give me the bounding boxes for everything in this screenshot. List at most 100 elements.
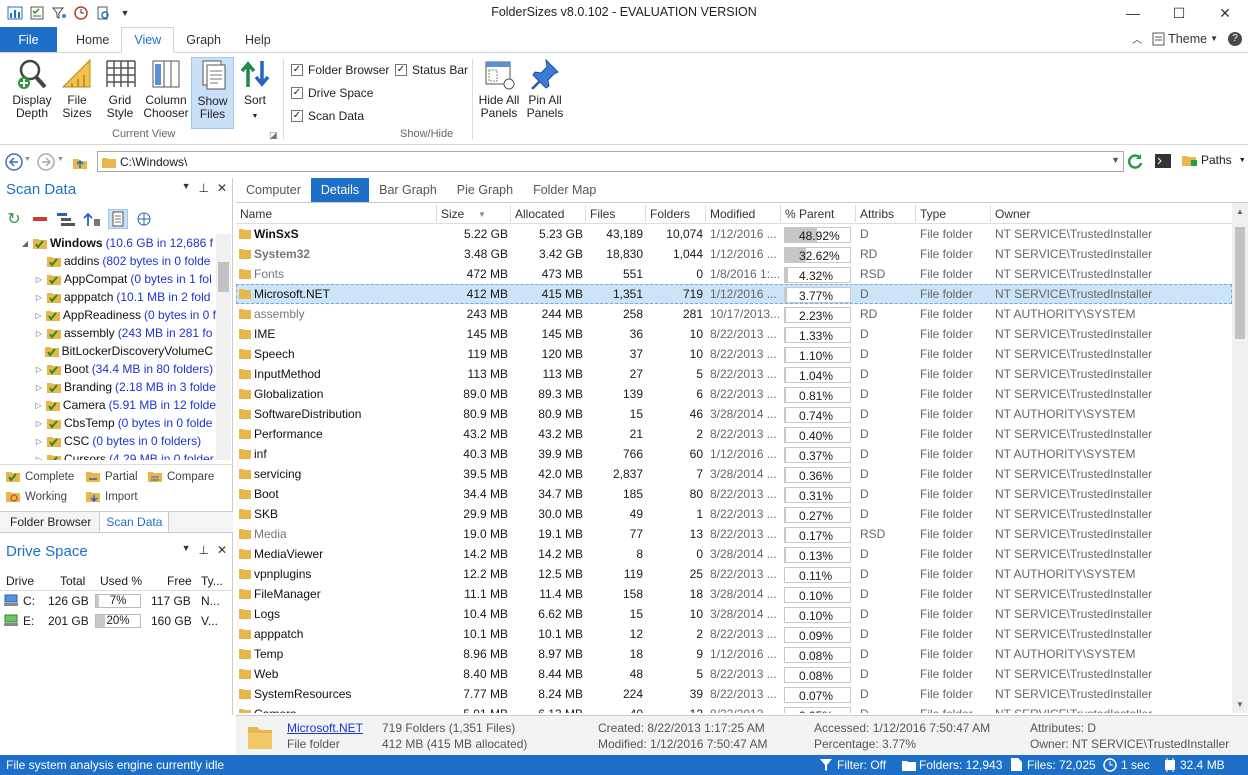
drive-col-type[interactable]: Ty...	[201, 574, 223, 588]
drive-space-checkbox[interactable]: ✓ Drive Space	[291, 86, 373, 100]
back-history-chevron-icon[interactable]: ▼	[24, 156, 31, 163]
col-folders[interactable]: Folders	[650, 207, 690, 221]
command-prompt-button[interactable]	[1154, 153, 1172, 172]
tab-details[interactable]: Details	[310, 178, 370, 202]
show-files-button[interactable]: Show Files	[191, 57, 234, 129]
pin-panel-icon[interactable]: ⊥	[198, 543, 208, 557]
pin-all-panels-button[interactable]: Pin All Panels	[524, 57, 566, 129]
column-separator[interactable]	[705, 205, 706, 222]
grid-scrollbar[interactable]: ▲ ▼	[1232, 203, 1248, 713]
maximize-button[interactable]: ☐	[1156, 0, 1202, 26]
column-separator[interactable]	[585, 205, 586, 222]
drive-col-free[interactable]: Free	[167, 574, 192, 588]
forward-button[interactable]	[36, 152, 56, 172]
column-separator[interactable]	[855, 205, 856, 222]
tree-expand-icon[interactable]: ▷	[34, 437, 44, 446]
tree-item[interactable]: ▷ CSC (0 bytes in 0 folders)	[0, 432, 216, 450]
drive-row[interactable]: C: 126 GB 7% 117 GB N...	[0, 591, 233, 611]
table-row[interactable]: InputMethod 113 MB 113 MB 27 5 8/22/2013 ... 1…	[236, 364, 1232, 384]
tree-expand-icon[interactable]: ▷	[34, 311, 43, 320]
col-files[interactable]: Files	[590, 207, 615, 221]
network-scan-icon[interactable]	[134, 209, 154, 229]
tree-item[interactable]: ▷ CbsTemp (0 bytes in 0 folde	[0, 414, 216, 432]
display-depth-button[interactable]: Display Depth	[8, 57, 56, 129]
collapse-ribbon-icon[interactable]: ︿	[1132, 31, 1142, 46]
column-separator[interactable]	[780, 205, 781, 222]
table-row[interactable]: Boot 34.4 MB 34.7 MB 185 80 8/22/2013 ... 0.31…	[236, 484, 1232, 504]
file-sizes-button[interactable]: File Sizes	[58, 57, 96, 129]
table-row[interactable]: Media 19.0 MB 19.1 MB 77 13 8/22/2013 ... 0.17…	[236, 524, 1232, 544]
column-separator[interactable]	[645, 205, 646, 222]
search-file-icon[interactable]	[94, 4, 112, 22]
tree-item[interactable]: ▷ Cursors (4.29 MB in 0 folder	[0, 450, 216, 460]
column-separator[interactable]	[990, 205, 991, 222]
tree-scrollbar-thumb[interactable]	[218, 262, 229, 292]
scan-data-checkbox[interactable]: ✓ Scan Data	[291, 109, 364, 123]
scroll-up-icon[interactable]: ▲	[1232, 207, 1248, 216]
tree-expand-icon[interactable]: ▷	[34, 455, 44, 461]
drive-row[interactable]: E: 201 GB 20% 160 GB V...	[0, 611, 233, 631]
tree-expand-icon[interactable]: ▷	[34, 383, 44, 392]
tree-item[interactable]: BitLockerDiscoveryVolumeC	[0, 342, 216, 360]
chevron-down-icon[interactable]: ▼	[182, 543, 191, 557]
tree-collapse-icon[interactable]: ◢	[20, 239, 30, 248]
tree-item[interactable]: ▷ apppatch (10.1 MB in 2 fold	[0, 288, 216, 306]
table-row[interactable]: apppatch 10.1 MB 10.1 MB 12 2 8/22/2013 ... 0.…	[236, 624, 1232, 644]
tree-item[interactable]: ▷ AppCompat (0 bytes in 1 fol	[0, 270, 216, 288]
column-separator[interactable]	[510, 205, 511, 222]
address-dropdown-chevron-icon[interactable]: ▼	[1111, 155, 1120, 165]
close-panel-icon[interactable]: ✕	[217, 543, 227, 557]
drive-col-total[interactable]: Total	[60, 574, 85, 588]
tab-view[interactable]: View	[121, 27, 175, 53]
grid-style-button[interactable]: Grid Style	[100, 57, 140, 129]
tab-bar-graph[interactable]: Bar Graph	[369, 178, 447, 202]
grid-scrollbar-thumb[interactable]	[1235, 227, 1245, 339]
tab-file[interactable]: File	[0, 27, 57, 52]
tree-item[interactable]: addins (802 bytes in 0 folde	[0, 252, 216, 270]
tab-help[interactable]: Help	[233, 27, 283, 52]
tree-item[interactable]: ▷ AppReadiness (0 bytes in 0 f	[0, 306, 216, 324]
table-row[interactable]: Logs 10.4 MB 6.62 MB 15 10 3/28/2014 ... 0.10%…	[236, 604, 1232, 624]
app-icon[interactable]	[6, 4, 24, 22]
table-row[interactable]: Microsoft.NET 412 MB 415 MB 1,351 719 1/12/20…	[236, 284, 1232, 304]
filter-icon[interactable]	[50, 4, 68, 22]
pin-panel-icon[interactable]: ⊥	[198, 181, 208, 195]
tree-view-icon[interactable]	[56, 209, 76, 229]
tab-home[interactable]: Home	[64, 27, 121, 52]
drive-col-used[interactable]: Used %	[100, 574, 142, 588]
tree-root-item[interactable]: ◢ Windows (10.6 GB in 12,686 f	[0, 234, 216, 252]
col-type[interactable]: Type	[920, 207, 946, 221]
table-row[interactable]: IME 145 MB 145 MB 36 10 8/22/2013 ... 1.33% D Fi…	[236, 324, 1232, 344]
tab-scan-data[interactable]: Scan Data	[99, 512, 170, 532]
table-row[interactable]: Temp 8.96 MB 8.97 MB 18 9 1/12/2016 ... 0.08% D…	[236, 644, 1232, 664]
theme-menu[interactable]: Theme ▼	[1152, 32, 1218, 46]
tree-expand-icon[interactable]: ▷	[34, 365, 44, 374]
drive-col-drive[interactable]: Drive	[6, 574, 34, 588]
col-allocated[interactable]: Allocated	[515, 207, 564, 221]
table-row[interactable]: System32 3.48 GB 3.42 GB 18,830 1,044 1/12/20…	[236, 244, 1232, 264]
back-button[interactable]	[4, 152, 24, 172]
table-row[interactable]: inf 40.3 MB 39.9 MB 766 60 1/12/2016 ... 0.37%…	[236, 444, 1232, 464]
col-attribs[interactable]: Attribs	[860, 207, 894, 221]
rescan-icon[interactable]: ↻	[4, 209, 24, 229]
table-row[interactable]: vpnplugins 12.2 MB 12.5 MB 119 25 8/22/2013 .…	[236, 564, 1232, 584]
refresh-button[interactable]	[1126, 152, 1144, 173]
column-separator[interactable]	[436, 205, 437, 222]
paths-menu[interactable]: Paths ▼	[1182, 153, 1246, 167]
status-bar-checkbox[interactable]: ✓ Status Bar	[395, 63, 468, 77]
table-row[interactable]: Globalization 89.0 MB 89.3 MB 139 6 8/22/2013…	[236, 384, 1232, 404]
table-row[interactable]: servicing 39.5 MB 42.0 MB 2,837 7 3/28/2014 .…	[236, 464, 1232, 484]
status-filter[interactable]: Filter: Off	[837, 758, 886, 772]
col-owner[interactable]: Owner	[995, 207, 1030, 221]
tree-expand-icon[interactable]: ▷	[34, 293, 44, 302]
col-parent[interactable]: % Parent	[785, 207, 834, 221]
sort-up-icon[interactable]	[82, 209, 102, 229]
folder-browser-checkbox[interactable]: ✓ Folder Browser	[291, 63, 389, 77]
remove-icon[interactable]	[30, 209, 50, 229]
sort-button[interactable]: Sort ▼	[236, 57, 274, 129]
tree-item[interactable]: ▷ Branding (2.18 MB in 3 folde	[0, 378, 216, 396]
forward-history-chevron-icon[interactable]: ▼	[57, 156, 64, 163]
tree-item[interactable]: ▷ Boot (34.4 MB in 80 folders)	[0, 360, 216, 378]
tab-folder-browser[interactable]: Folder Browser	[0, 512, 99, 532]
table-row[interactable]: assembly 243 MB 244 MB 258 281 10/17/2013... 2…	[236, 304, 1232, 324]
